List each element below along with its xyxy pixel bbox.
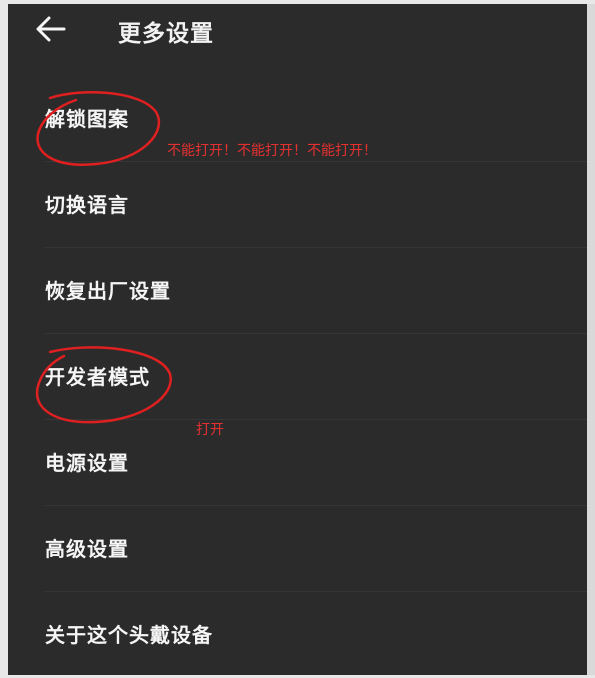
more-settings-screen: 更多设置 解锁图案 切换语言 恢复出厂设置 开发者模式 电源设置 高级设置 关于… — [8, 4, 587, 675]
menu-item-power-settings[interactable]: 电源设置 — [8, 420, 587, 506]
settings-list: 解锁图案 切换语言 恢复出厂设置 开发者模式 电源设置 高级设置 关于这个头戴设… — [8, 76, 587, 678]
menu-item-label: 电源设置 — [45, 451, 129, 475]
annotation-developer-mode-note: 打开 — [196, 422, 224, 438]
menu-item-label: 关于这个头戴设备 — [45, 623, 213, 647]
annotation-unlock-pattern-note: 不能打开！不能打开！不能打开！ — [167, 143, 377, 159]
menu-item-label: 恢复出厂设置 — [45, 279, 171, 303]
menu-item-factory-reset[interactable]: 恢复出厂设置 — [8, 248, 587, 334]
top-app-bar: 更多设置 — [8, 4, 587, 62]
menu-item-label: 开发者模式 — [45, 365, 150, 389]
arrow-left-icon — [36, 16, 66, 42]
menu-item-advanced-settings[interactable]: 高级设置 — [8, 506, 587, 592]
menu-item-label: 高级设置 — [45, 537, 129, 561]
back-button[interactable] — [34, 14, 68, 44]
menu-item-developer-mode[interactable]: 开发者模式 — [8, 334, 587, 420]
menu-item-label: 解锁图案 — [45, 107, 129, 131]
menu-item-about-headset[interactable]: 关于这个头戴设备 — [8, 592, 587, 678]
menu-item-label: 切换语言 — [45, 193, 129, 217]
window-edge — [587, 4, 595, 675]
menu-item-switch-language[interactable]: 切换语言 — [8, 162, 587, 248]
page-title: 更多设置 — [118, 21, 214, 47]
